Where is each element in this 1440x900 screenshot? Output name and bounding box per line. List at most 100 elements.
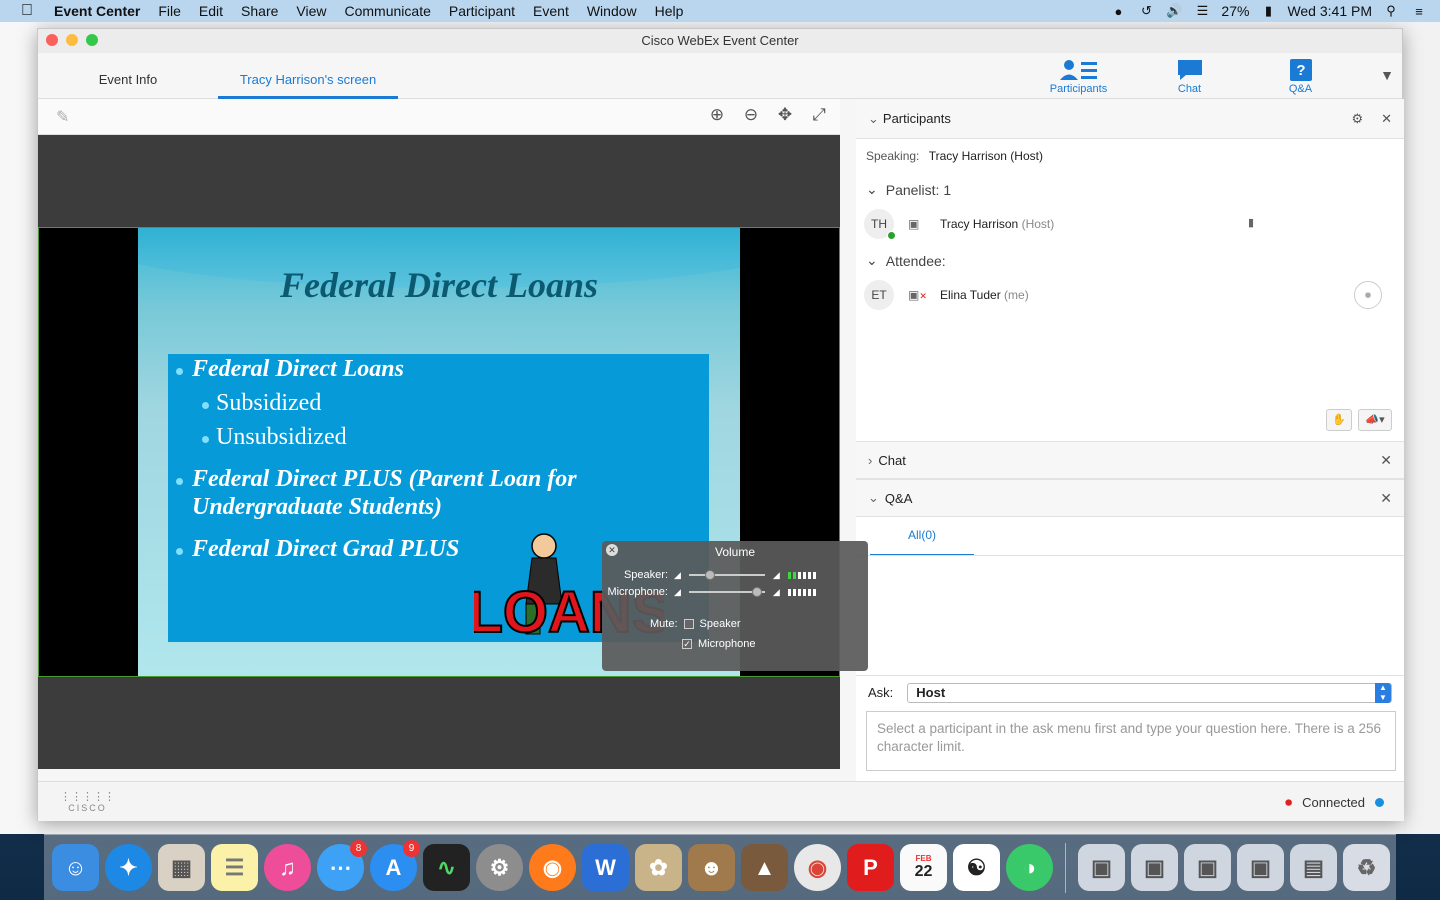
fullscreen-icon[interactable]: ⤢ (808, 105, 830, 125)
menu-participant[interactable]: Participant (440, 3, 524, 19)
microphone-volume-label: Microphone: (607, 586, 668, 598)
minimized-window-thumbnail[interactable]: ▣ (1078, 844, 1125, 891)
menu-edit[interactable]: Edit (190, 3, 232, 19)
chevron-down-icon[interactable]: ⌄ (868, 490, 879, 506)
chevron-down-icon[interactable]: ⌄ (866, 181, 878, 198)
menu-event[interactable]: Event (524, 3, 578, 19)
volume-close-button[interactable]: ✕ (606, 544, 618, 556)
wifi-icon[interactable]: ☰ (1193, 3, 1211, 19)
chat-panel-button[interactable]: Chat (1134, 53, 1245, 99)
pan-move-icon[interactable]: ✥ (774, 105, 796, 125)
menu-window[interactable]: Window (578, 3, 646, 19)
launchpad-icon[interactable]: ▲ (741, 844, 788, 891)
zoom-in-icon[interactable]: ⊕ (706, 105, 728, 125)
webex-teams-icon[interactable]: ◑ (1006, 844, 1053, 891)
microphone-volume-knob[interactable] (751, 587, 762, 597)
itunes-icon[interactable]: ♫ (264, 844, 311, 891)
tab-event-info[interactable]: Event Info (58, 63, 198, 99)
close-icon[interactable]: ✕ (1381, 111, 1392, 127)
trash-icon[interactable]: ♻ (1343, 844, 1390, 891)
menu-share[interactable]: Share (232, 3, 287, 19)
microphone-muted-icon[interactable]: ⏺ (1285, 794, 1292, 811)
mute-speaker-label[interactable]: Speaker (700, 618, 741, 630)
close-window-button[interactable] (46, 34, 58, 46)
minimized-window-thumbnail[interactable]: ▣ (1184, 844, 1231, 891)
menu-clock[interactable]: Wed 3:41 PM (1287, 3, 1372, 19)
app-store-icon[interactable]: A9 (370, 840, 420, 891)
chat-panel-header[interactable]: › Chat ✕ (856, 441, 1404, 479)
tab-shared-screen[interactable]: Tracy Harrison's screen (218, 63, 398, 99)
side-panel: ⌄ Participants ⚙ ✕ Speaking: Tracy Harri… (856, 99, 1404, 781)
zoom-out-icon[interactable]: ⊖ (740, 105, 762, 125)
battery-percent[interactable]: 27% (1221, 3, 1249, 19)
calculator-icon[interactable]: ▦ (158, 844, 205, 891)
mute-speaker-checkbox[interactable] (683, 619, 694, 629)
minimized-window-thumbnail[interactable]: ▣ (1237, 844, 1284, 891)
chat-button-label: Chat (1177, 83, 1202, 95)
chevron-down-icon[interactable]: ⌄ (866, 252, 878, 269)
qa-tab-all[interactable]: All(0) (870, 516, 974, 556)
participant-row[interactable]: TH ▣ Tracy Harrison (Host) ▮ (856, 204, 1404, 244)
qa-panel-button[interactable]: ? Q&A (1245, 53, 1356, 99)
menu-communicate[interactable]: Communicate (336, 3, 440, 19)
spotlight-search-icon[interactable]: ⚲ (1382, 3, 1400, 19)
participants-panel-button[interactable]: Participants (1023, 53, 1134, 99)
menu-app-name[interactable]: Event Center (54, 3, 149, 19)
participant-row[interactable]: ET ▣✕ Elina Tuder (me) ⏺ (856, 275, 1404, 315)
speaker-volume-knob[interactable] (705, 570, 716, 580)
mute-microphone-label[interactable]: Microphone (698, 638, 755, 650)
contacts-icon[interactable]: ☻ (688, 844, 735, 891)
app-store-badge: 9 (403, 840, 420, 857)
gear-icon[interactable]: ⚙ (1351, 111, 1363, 127)
notes-icon[interactable]: ☰ (211, 844, 258, 891)
finder-icon[interactable]: ☺ (52, 844, 99, 891)
microphone-muted-icon[interactable]: ⏺ (1354, 281, 1382, 309)
powerpoint-icon[interactable]: P (847, 844, 894, 891)
volume-high-icon: ◢ (772, 586, 780, 597)
panel-options-dropdown-icon[interactable]: ▼ (1380, 67, 1394, 83)
close-icon[interactable]: ✕ (1380, 490, 1392, 507)
firefox-icon[interactable]: ◉ (529, 844, 576, 891)
word-icon[interactable]: W (582, 844, 629, 891)
notification-center-icon[interactable]: ≡ (1410, 4, 1428, 19)
safari-icon[interactable]: ✦ (105, 844, 152, 891)
attendee-group-header[interactable]: ⌄ Attendee: (856, 244, 1404, 275)
participants-panel-header[interactable]: ⌄ Participants ⚙ ✕ (856, 99, 1404, 139)
battery-icon[interactable]: ▮ (1259, 3, 1277, 19)
status-dot-icon[interactable]: ● (1109, 4, 1127, 19)
downloads-stack-icon[interactable]: ▤ (1290, 844, 1337, 891)
zoom-window-button[interactable] (86, 34, 98, 46)
mute-microphone-checkbox[interactable]: ✓ (682, 639, 692, 649)
chevron-right-icon[interactable]: › (868, 453, 872, 468)
megaphone-menu-icon[interactable]: 📣▾ (1358, 409, 1392, 431)
close-icon[interactable]: ✕ (1380, 452, 1392, 469)
activity-monitor-icon[interactable]: ∿ (423, 844, 470, 891)
ask-recipient-select[interactable]: Host ▲ ▼ (907, 682, 1392, 703)
panelist-group-header[interactable]: ⌄ Panelist: 1 (856, 173, 1404, 204)
volume-icon[interactable]: 🔊 (1165, 3, 1183, 19)
menu-help[interactable]: Help (646, 3, 693, 19)
qa-panel-header[interactable]: ⌄ Q&A ✕ (856, 479, 1404, 517)
messages-icon[interactable]: ⋯ 8 (317, 840, 367, 891)
menu-view[interactable]: View (287, 3, 335, 19)
microphone-volume-slider[interactable] (688, 587, 765, 597)
system-preferences-icon[interactable]: ⚙ (476, 844, 523, 891)
signal-bars-icon: ▮ (1248, 217, 1255, 229)
chrome-icon[interactable]: ◉ (794, 844, 841, 891)
minimized-window-thumbnail[interactable]: ▣ (1131, 844, 1178, 891)
attendee-group-label: Attendee: (885, 252, 946, 269)
raise-hand-icon[interactable]: ✋ (1326, 409, 1352, 431)
chevron-down-icon[interactable]: ⌄ (868, 111, 879, 127)
apple-menu-icon[interactable]:  (0, 2, 54, 20)
speaking-label: Speaking: (866, 149, 920, 163)
screen-share-icon: ▣ (908, 217, 920, 231)
question-input[interactable]: Select a participant in the ask menu fir… (866, 711, 1396, 771)
calendar-icon[interactable]: FEB 22 (900, 844, 947, 891)
time-machine-icon[interactable]: ↺ (1137, 3, 1155, 19)
minimize-window-button[interactable] (66, 34, 78, 46)
annotate-pen-icon[interactable]: ✎ (56, 107, 69, 127)
webex-meeting-icon[interactable]: ☯ (953, 844, 1000, 891)
speaker-volume-slider[interactable] (688, 570, 765, 580)
preview-icon[interactable]: ✿ (635, 844, 682, 891)
menu-file[interactable]: File (149, 3, 190, 19)
